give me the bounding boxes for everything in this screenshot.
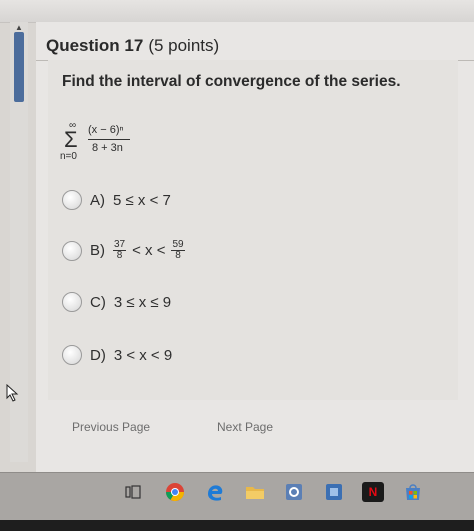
option-d-text: 3 < x < 9 [113, 346, 173, 364]
option-c-text: 3 ≤ x ≤ 9 [113, 293, 172, 311]
option-b-left-fraction: 37 8 [113, 240, 127, 261]
option-b-letter: B) [90, 242, 105, 259]
next-page-button[interactable]: Next Page [217, 420, 273, 434]
series-expression: ∞ Σ n=0 (x − 6)ⁿ 8 + 3n [60, 120, 150, 165]
question-prompt: Find the interval of convergence of the … [62, 73, 401, 90]
option-a-letter: A) [90, 191, 105, 209]
option-b-right-fraction: 59 8 [171, 240, 185, 261]
mouse-cursor-icon [6, 384, 19, 402]
netflix-icon[interactable]: N [362, 482, 384, 502]
option-d-letter: D) [90, 346, 106, 364]
file-explorer-icon[interactable] [244, 482, 266, 502]
app-icon[interactable] [323, 482, 345, 502]
option-b-left-denominator: 8 [116, 250, 123, 261]
fraction-bar [88, 139, 130, 140]
store-icon[interactable] [402, 482, 424, 502]
option-a-radio[interactable] [62, 190, 82, 210]
task-view-icon[interactable] [122, 482, 144, 502]
screen-bottom-edge [0, 520, 474, 531]
option-c[interactable]: C) 3 ≤ x ≤ 9 [62, 292, 171, 312]
option-d-radio[interactable] [62, 345, 82, 365]
option-b-middle: < x < [132, 242, 166, 259]
previous-page-button[interactable]: Previous Page [72, 420, 150, 434]
question-header: Question 17 (5 points) [46, 36, 219, 56]
option-a[interactable]: A) 5 ≤ x < 7 [62, 190, 171, 210]
series-numerator: (x − 6)ⁿ [88, 124, 124, 136]
browser-top-strip [0, 0, 474, 23]
question-points: (5 points) [148, 36, 220, 55]
chrome-icon[interactable] [164, 482, 186, 502]
summation-symbol: Σ [64, 127, 78, 152]
option-c-letter: C) [90, 293, 106, 311]
netflix-letter: N [368, 485, 378, 499]
series-denominator: 8 + 3n [92, 142, 123, 154]
question-title: Question 17 [46, 36, 144, 55]
option-c-radio[interactable] [62, 292, 82, 312]
scrollbar-thumb[interactable] [14, 32, 24, 102]
settings-icon[interactable] [283, 482, 305, 502]
option-b-radio[interactable] [62, 240, 82, 261]
option-d[interactable]: D) 3 < x < 9 [62, 345, 172, 365]
option-b-right-denominator: 8 [175, 250, 181, 261]
option-b[interactable]: B) 37 8 < x < 59 8 [62, 240, 185, 261]
sum-lower-limit: n=0 [60, 151, 77, 162]
edge-icon[interactable] [204, 482, 226, 502]
option-a-text: 5 ≤ x < 7 [113, 191, 171, 209]
